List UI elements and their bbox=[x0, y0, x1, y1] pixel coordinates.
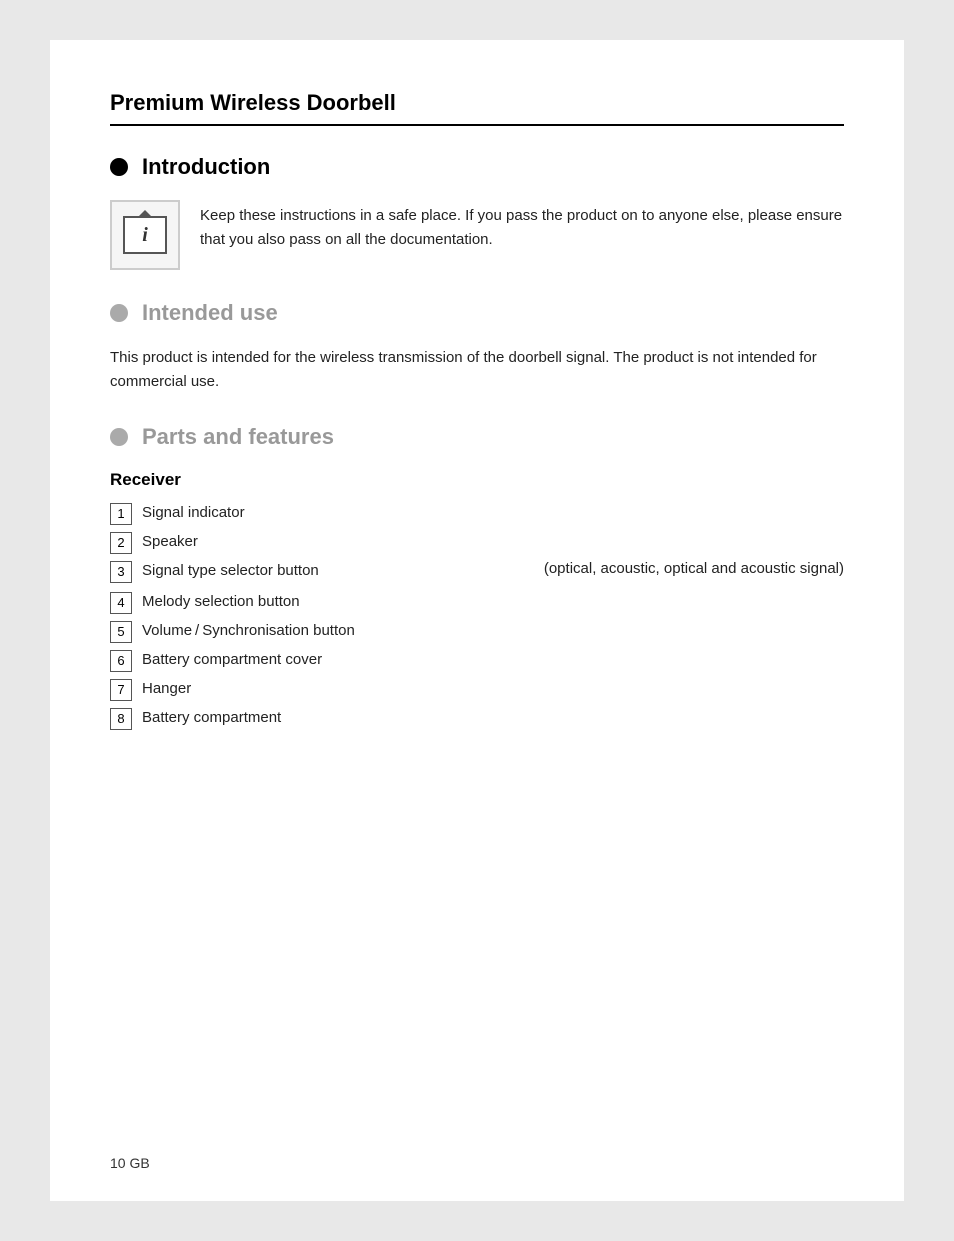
parts-features-title: Parts and features bbox=[142, 424, 334, 450]
introduction-section: Introduction i Keep these instructions i… bbox=[110, 154, 844, 270]
part-number-7: 7 bbox=[110, 679, 132, 701]
introduction-info-text: Keep these instructions in a safe place.… bbox=[200, 200, 844, 252]
info-box: i Keep these instructions in a safe plac… bbox=[110, 200, 844, 270]
part-label-4: Melody selection button bbox=[142, 591, 844, 614]
intended-use-body: This product is intended for the wireles… bbox=[110, 346, 844, 394]
list-item: 7 Hanger bbox=[110, 678, 844, 701]
introduction-title: Introduction bbox=[142, 154, 270, 180]
info-letter: i bbox=[142, 224, 148, 247]
parts-features-section: Parts and features Receiver 1 Signal ind… bbox=[110, 424, 844, 730]
part-label-8: Battery compartment bbox=[142, 707, 844, 730]
part-label-3: Signal type selector button bbox=[142, 560, 512, 583]
intended-use-bullet bbox=[110, 304, 128, 322]
parts-list: 1 Signal indicator 2 Speaker 3 Signal ty… bbox=[110, 502, 844, 730]
list-item: 3 Signal type selector button (optical, … bbox=[110, 560, 844, 585]
introduction-bullet bbox=[110, 158, 128, 176]
parts-features-bullet bbox=[110, 428, 128, 446]
part-number-2: 2 bbox=[110, 532, 132, 554]
info-book-icon: i bbox=[123, 216, 167, 254]
part-number-8: 8 bbox=[110, 708, 132, 730]
part-number-3: 3 bbox=[110, 561, 132, 583]
part-label-6: Battery compartment cover bbox=[142, 649, 844, 672]
part-number-5: 5 bbox=[110, 621, 132, 643]
part-number-1: 1 bbox=[110, 503, 132, 525]
receiver-title: Receiver bbox=[110, 470, 844, 490]
page-footer: 10 GB bbox=[110, 1155, 150, 1171]
part-sub-3: (optical, acoustic, optical and acoustic… bbox=[512, 558, 844, 581]
part-label-7: Hanger bbox=[142, 678, 844, 701]
page-title: Premium Wireless Doorbell bbox=[110, 90, 844, 126]
part-number-6: 6 bbox=[110, 650, 132, 672]
part-label-2: Speaker bbox=[142, 531, 844, 554]
part-label-5: Volume / Synchronisation button bbox=[142, 620, 844, 643]
intended-use-heading: Intended use bbox=[110, 300, 844, 326]
parts-features-heading: Parts and features bbox=[110, 424, 844, 450]
list-item: 5 Volume / Synchronisation button bbox=[110, 620, 844, 643]
info-icon-container: i bbox=[110, 200, 180, 270]
document-page: Premium Wireless Doorbell Introduction i… bbox=[50, 40, 904, 1201]
part-label-1: Signal indicator bbox=[142, 502, 844, 525]
part-number-4: 4 bbox=[110, 592, 132, 614]
list-item: 6 Battery compartment cover bbox=[110, 649, 844, 672]
list-item: 8 Battery compartment bbox=[110, 707, 844, 730]
intended-use-title: Intended use bbox=[142, 300, 278, 326]
list-item: 4 Melody selection button bbox=[110, 591, 844, 614]
intended-use-section: Intended use This product is intended fo… bbox=[110, 300, 844, 394]
introduction-heading: Introduction bbox=[110, 154, 844, 180]
list-item: 2 Speaker bbox=[110, 531, 844, 554]
list-item: 1 Signal indicator bbox=[110, 502, 844, 525]
